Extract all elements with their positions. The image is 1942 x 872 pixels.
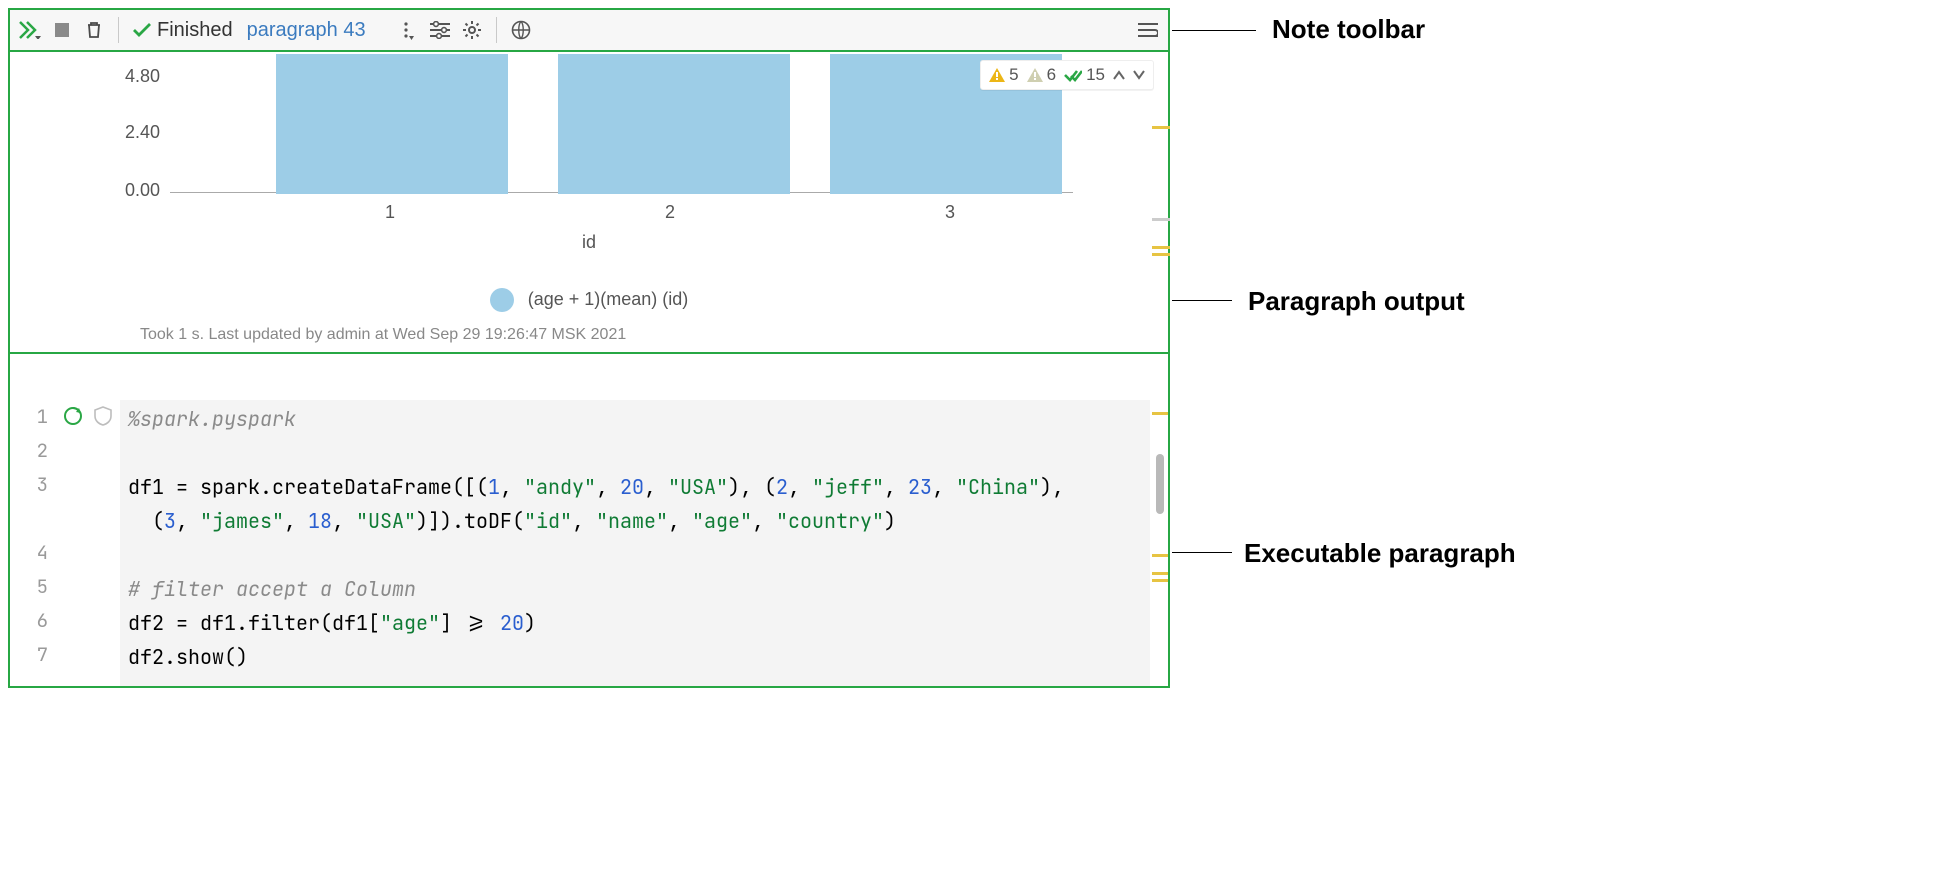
gutter-marker <box>1152 242 1170 260</box>
callout-line <box>1172 300 1232 301</box>
more-actions-button[interactable] <box>394 16 422 44</box>
gutter-marker <box>1152 122 1170 133</box>
delete-button[interactable] <box>80 16 108 44</box>
line-number-gutter: 1 2 3 4 5 6 7 <box>10 400 56 672</box>
x-tick: 1 <box>370 202 410 223</box>
x-tick: 2 <box>650 202 690 223</box>
legend-label: (age + 1)(mean) (id) <box>528 289 689 309</box>
execution-footer: Took 1 s. Last updated by admin at Wed S… <box>140 326 626 344</box>
run-status-label: Finished <box>157 19 233 42</box>
bar-chart: 1 2 3 <box>170 52 1080 252</box>
next-highlight-button[interactable] <box>1133 70 1145 80</box>
scrollbar-thumb[interactable] <box>1156 454 1164 514</box>
wrap-button[interactable] <box>1134 16 1162 44</box>
inspections-widget[interactable]: 5 6 15 <box>980 60 1154 90</box>
code-editor[interactable]: %spark.pyspark df1 = spark.createDataFra… <box>120 400 1150 686</box>
y-tick: 0.00 <box>100 180 160 201</box>
callout-code: Executable paragraph <box>1244 538 1516 569</box>
chart-bar <box>558 54 790 194</box>
settings-button[interactable] <box>458 16 486 44</box>
executable-paragraph: 1 2 3 4 5 6 7 %spark.pyspark df1 = spark… <box>8 354 1170 688</box>
stop-button[interactable] <box>48 16 76 44</box>
callout-line <box>1172 30 1256 31</box>
check-icon <box>133 23 151 37</box>
note-toolbar: Finished paragraph 43 <box>8 8 1170 52</box>
x-tick: 3 <box>930 202 970 223</box>
callout-line <box>1172 552 1232 553</box>
run-gutter-icon[interactable] <box>62 405 84 427</box>
run-all-button[interactable] <box>16 16 44 44</box>
chart-bar <box>276 54 508 194</box>
shield-icon <box>94 406 112 426</box>
weak-warning-count[interactable]: 6 <box>1027 65 1056 85</box>
y-tick: 4.80 <box>100 66 160 87</box>
chart-legend: (age + 1)(mean) (id) <box>10 288 1168 312</box>
toolbar-separator <box>118 17 119 43</box>
gutter-marker <box>1152 568 1170 586</box>
sliders-button[interactable] <box>426 16 454 44</box>
x-axis-label: id <box>10 232 1168 253</box>
warning-count[interactable]: 5 <box>989 65 1018 85</box>
legend-swatch <box>490 288 514 312</box>
run-status: Finished <box>133 19 233 42</box>
callout-output: Paragraph output <box>1248 286 1465 317</box>
ok-count[interactable]: 15 <box>1064 65 1105 85</box>
y-tick: 2.40 <box>100 122 160 143</box>
prev-highlight-button[interactable] <box>1113 70 1125 80</box>
gutter-marker <box>1152 214 1170 225</box>
callout-toolbar: Note toolbar <box>1272 14 1425 45</box>
browser-button[interactable] <box>507 16 535 44</box>
paragraph-link[interactable]: paragraph 43 <box>247 19 366 42</box>
paragraph-output: 4.80 2.40 0.00 1 2 3 id (age + 1)(mean) … <box>8 52 1170 354</box>
toolbar-separator <box>496 17 497 43</box>
gutter-marker <box>1152 550 1170 561</box>
gutter-marker <box>1152 408 1170 419</box>
